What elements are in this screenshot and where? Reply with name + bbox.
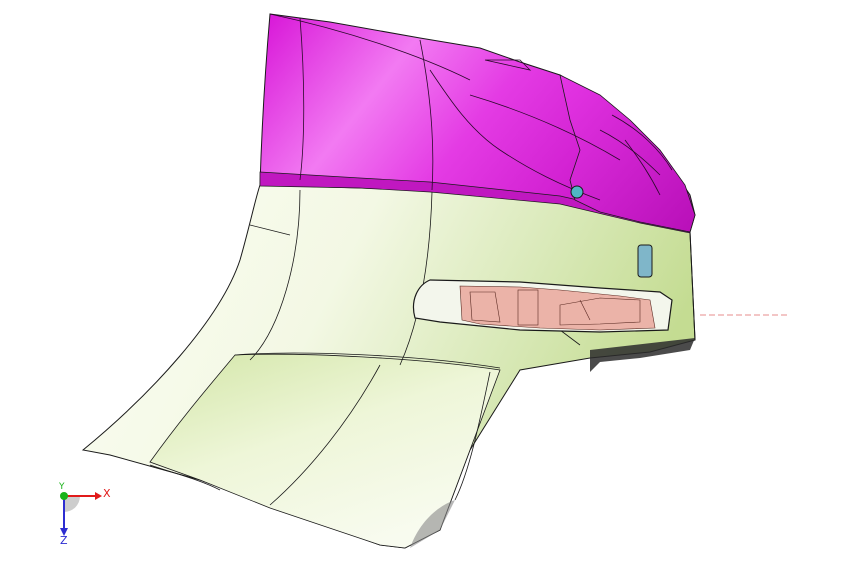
- axis-triad: X Y Z: [40, 478, 120, 548]
- side-indicator-lamp: [637, 244, 653, 278]
- y-axis-label: Y: [59, 482, 65, 492]
- roof-marker-lamp: [570, 185, 584, 199]
- vehicle-body-3d-model[interactable]: [0, 0, 867, 562]
- x-axis-label: X: [103, 487, 111, 500]
- z-axis-label: Z: [60, 534, 68, 547]
- y-axis-dot: [60, 492, 68, 500]
- cad-3d-viewport[interactable]: X Y Z: [0, 0, 867, 562]
